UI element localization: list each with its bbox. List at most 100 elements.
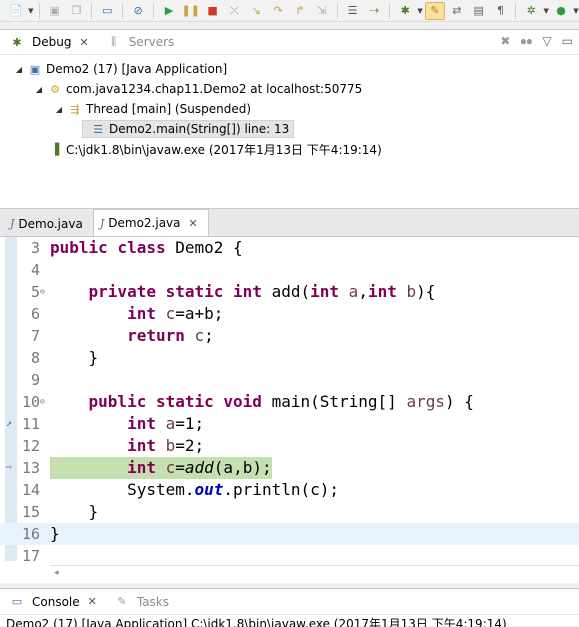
code-area[interactable]: 3 public class Demo2 { 4 5 ⊖ private sta… bbox=[0, 237, 579, 565]
thread-suspended-icon: ⇶ bbox=[70, 102, 80, 116]
servers-tab-icon: ⫼ bbox=[111, 35, 117, 48]
line-number: 7 bbox=[30, 327, 40, 345]
code-line[interactable]: ↗ 11 int a=1; bbox=[0, 413, 579, 435]
toggle-breakpoint-icon[interactable]: ⇢ bbox=[364, 2, 384, 20]
java-app-icon: ▣ bbox=[29, 62, 41, 76]
code-line[interactable]: 14 System.out.println(c); bbox=[0, 479, 579, 501]
toolbar-separator bbox=[336, 2, 338, 19]
minimize-icon[interactable]: ▭ bbox=[562, 34, 573, 49]
code-text-highlighted: int c=add(a,b); bbox=[50, 457, 272, 479]
run-icon[interactable]: ● bbox=[551, 2, 571, 20]
tab-label: Tasks bbox=[136, 594, 170, 609]
use-step-filters-icon[interactable]: ☰ bbox=[343, 2, 363, 20]
console-view: ▭ Console ✕ ✎ Tasks Demo2 (17) [Java App… bbox=[0, 588, 579, 627]
java-file-icon: J bbox=[99, 216, 105, 230]
tree-item-process[interactable]: ▐ C:\jdk1.8\bin\javaw.exe (2017年1月13日 下午… bbox=[0, 139, 579, 159]
code-line[interactable]: 8 } bbox=[0, 347, 579, 369]
tree-item-launch[interactable]: ◢ ▣ Demo2 (17) [Java Application] bbox=[0, 59, 579, 79]
line-number: 10 bbox=[21, 393, 40, 411]
suspend-icon[interactable]: ❚❚ bbox=[181, 2, 201, 20]
line-number: 16 bbox=[21, 525, 40, 543]
fold-collapse-icon[interactable]: ⊖ bbox=[40, 281, 45, 303]
debug-bug-icon[interactable]: ✲ bbox=[521, 2, 541, 20]
drop-to-frame-icon[interactable]: ⇲ bbox=[312, 2, 332, 20]
tab-label: Demo.java bbox=[18, 216, 83, 231]
code-line[interactable]: 9 bbox=[0, 369, 579, 391]
code-editor: J Demo.java J Demo2.java ✕ 3 public clas… bbox=[0, 209, 579, 583]
close-icon[interactable]: ✕ bbox=[189, 217, 198, 230]
editor-tabs: J Demo.java J Demo2.java ✕ bbox=[0, 209, 579, 237]
close-icon[interactable]: ✕ bbox=[88, 595, 97, 608]
breakpoint-marker-icon[interactable]: ↗ bbox=[6, 413, 12, 435]
scroll-left-icon[interactable]: ◂ bbox=[54, 568, 59, 578]
skip-breakpoints-icon[interactable]: ⊘ bbox=[128, 2, 148, 20]
step-return-icon[interactable]: ↱ bbox=[290, 2, 310, 20]
expanded-icon[interactable]: ◢ bbox=[14, 65, 24, 74]
tab-console[interactable]: ▭ Console ✕ bbox=[0, 589, 105, 614]
code-text: } bbox=[88, 502, 99, 521]
code-text: System.out.println(c); bbox=[127, 480, 339, 499]
new-icon[interactable]: 📄 bbox=[6, 2, 26, 20]
remove-terminated-icon[interactable]: ✖ bbox=[500, 34, 510, 49]
tab-debug[interactable]: ✱ Debug ✕ bbox=[0, 30, 97, 54]
run-dropdown-icon[interactable]: ▼ bbox=[573, 7, 579, 15]
code-line[interactable]: 5 ⊖ private static int add(int a,int b){ bbox=[0, 281, 579, 303]
console-icon: ▭ bbox=[11, 595, 23, 608]
save-all-icon[interactable]: ❐ bbox=[67, 2, 87, 20]
code-text: } bbox=[50, 524, 60, 543]
tab-demo-java[interactable]: J Demo.java bbox=[4, 211, 93, 236]
toolbar-separator bbox=[515, 2, 517, 19]
save-icon[interactable]: ▣ bbox=[45, 2, 65, 20]
debug-launch-icon[interactable]: ✱ bbox=[395, 2, 415, 20]
tab-tasks[interactable]: ✎ Tasks bbox=[105, 589, 177, 614]
code-line[interactable]: 4 bbox=[0, 259, 579, 281]
debug-view-icon[interactable]: ▭ bbox=[97, 2, 117, 20]
debug-view-actions: ✖ ⦁⦁ ▽ ▭ bbox=[500, 34, 573, 49]
tree-item-label: C:\jdk1.8\bin\javaw.exe (2017年1月13日 下午4:… bbox=[66, 142, 382, 157]
expanded-icon[interactable]: ◢ bbox=[54, 105, 64, 114]
show-whitespace-icon[interactable]: ▤ bbox=[469, 2, 489, 20]
code-line[interactable]: 12 int b=2; bbox=[0, 435, 579, 457]
stack-frame-icon: ☰ bbox=[93, 122, 103, 136]
terminate-icon[interactable]: ■ bbox=[203, 2, 223, 20]
disconnect-icon[interactable]: ⤫ bbox=[225, 2, 245, 20]
code-text: int a=1; bbox=[127, 414, 205, 433]
mark-occurrences-icon[interactable]: ✎ bbox=[425, 1, 445, 20]
expanded-icon[interactable]: ◢ bbox=[34, 85, 44, 94]
pilcrow-icon[interactable]: ¶ bbox=[491, 2, 511, 20]
collapse-icon[interactable]: ⦁⦁ bbox=[520, 34, 532, 49]
code-text: return c; bbox=[127, 326, 214, 345]
code-line-cursor[interactable]: 16 } bbox=[0, 523, 579, 545]
debug-dropdown-icon[interactable]: ▼ bbox=[417, 7, 423, 15]
debug-bug-dropdown-icon[interactable]: ▼ bbox=[543, 7, 549, 15]
code-line-current[interactable]: ⇨ 13 int c=add(a,b); bbox=[0, 457, 579, 479]
code-line[interactable]: 10 ⊖ public static void main(String[] ar… bbox=[0, 391, 579, 413]
horizontal-scrollbar[interactable]: ◂ bbox=[50, 565, 579, 579]
view-menu-icon[interactable]: ▽ bbox=[542, 34, 551, 49]
code-line[interactable]: 15 } bbox=[0, 501, 579, 523]
tree-item-thread[interactable]: ◢ ⇶ Thread [main] (Suspended) bbox=[0, 99, 579, 119]
block-selection-icon[interactable]: ⇄ bbox=[447, 2, 467, 20]
fold-collapse-icon[interactable]: ⊖ bbox=[40, 391, 45, 413]
step-into-icon[interactable]: ↘ bbox=[246, 2, 266, 20]
line-number: 12 bbox=[21, 437, 40, 455]
line-number: 6 bbox=[30, 305, 40, 323]
line-number: 15 bbox=[21, 503, 40, 521]
code-text: int c=a+b; bbox=[127, 304, 224, 323]
code-line[interactable]: 3 public class Demo2 { bbox=[0, 237, 579, 259]
step-over-icon[interactable]: ↷ bbox=[268, 2, 288, 20]
selected-frame[interactable]: ☰ Demo2.main(String[]) line: 13 bbox=[82, 120, 295, 138]
tree-item-vm[interactable]: ◢ ⚙ com.java1234.chap11.Demo2 at localho… bbox=[0, 79, 579, 99]
tree-item-stack-frame[interactable]: ☰ Demo2.main(String[]) line: 13 bbox=[0, 119, 579, 139]
code-line[interactable]: 17 bbox=[0, 545, 579, 567]
tab-demo2-java[interactable]: J Demo2.java ✕ bbox=[92, 209, 209, 236]
code-line[interactable]: 7 return c; bbox=[0, 325, 579, 347]
toolbar-separator bbox=[38, 2, 40, 19]
code-text: public static void main(String[] args) { bbox=[88, 392, 474, 411]
line-number: 17 bbox=[21, 547, 40, 565]
resume-icon[interactable]: ▶ bbox=[159, 2, 179, 20]
close-icon[interactable]: ✕ bbox=[79, 36, 88, 49]
code-line[interactable]: 6 int c=a+b; bbox=[0, 303, 579, 325]
tab-servers[interactable]: ⫼ Servers bbox=[97, 30, 183, 54]
new-dropdown-icon[interactable]: ▼ bbox=[28, 7, 34, 15]
